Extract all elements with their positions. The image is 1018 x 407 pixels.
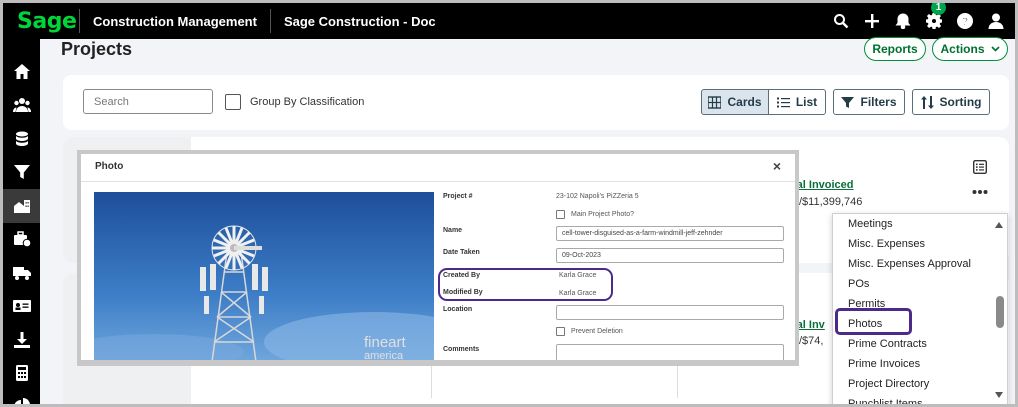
sage-logo[interactable]: Sage bbox=[3, 9, 79, 34]
more-options-icon[interactable] bbox=[972, 189, 988, 195]
project-photo: fineart america bbox=[94, 192, 434, 360]
sidebar bbox=[3, 39, 40, 404]
menu-item-punchlist-items[interactable]: Punchlist Items bbox=[848, 398, 923, 404]
menu-item-meetings[interactable]: Meetings bbox=[848, 218, 893, 230]
cards-view-button[interactable]: Cards bbox=[701, 89, 769, 115]
prevent-deletion-label: Prevent Deletion bbox=[571, 328, 623, 335]
scroll-up-arrow[interactable] bbox=[995, 222, 1003, 228]
menu-item-pos[interactable]: POs bbox=[848, 278, 869, 290]
help-icon[interactable]: ? bbox=[956, 12, 974, 30]
project-value: 23-102 Napoli's PiZZeria 5 bbox=[556, 193, 639, 200]
id-card-icon[interactable] bbox=[3, 290, 40, 324]
total-invoiced-value: /$74, bbox=[799, 335, 824, 347]
coins-icon[interactable] bbox=[3, 122, 40, 156]
group-by-label: Group By Classification bbox=[250, 96, 365, 108]
truck-icon[interactable] bbox=[3, 256, 40, 290]
actions-label: Actions bbox=[940, 42, 985, 56]
modal-divider bbox=[81, 181, 795, 182]
sorting-button[interactable]: Sorting bbox=[912, 89, 990, 115]
funnel-icon[interactable] bbox=[3, 156, 40, 190]
comments-label: Comments bbox=[443, 346, 480, 353]
people-icon[interactable] bbox=[3, 89, 40, 123]
search-icon[interactable] bbox=[832, 12, 850, 30]
sort-arrows-icon bbox=[920, 95, 934, 109]
total-invoiced-value: /$11,399,746 bbox=[799, 196, 863, 208]
search-input[interactable]: Search bbox=[83, 89, 213, 114]
funnel-icon bbox=[841, 96, 855, 108]
notification-badge: 1 bbox=[931, 3, 946, 15]
dropdown-scrollbar[interactable] bbox=[996, 296, 1004, 328]
chevron-down-icon bbox=[990, 46, 1000, 52]
menu-item-project-directory[interactable]: Project Directory bbox=[848, 378, 929, 390]
total-invoiced-link[interactable]: tal Invoiced bbox=[793, 179, 854, 191]
actions-button[interactable]: Actions bbox=[932, 37, 1008, 61]
download-icon[interactable] bbox=[3, 323, 40, 357]
watermark-line2: america bbox=[364, 350, 404, 360]
app-name[interactable]: Construction Management bbox=[80, 14, 270, 29]
modal-title: Photo bbox=[95, 161, 124, 172]
location-label: Location bbox=[443, 306, 473, 313]
gear-icon[interactable]: 1 bbox=[925, 3, 946, 30]
calculator-icon[interactable] bbox=[3, 357, 40, 391]
date-taken-label: Date Taken bbox=[443, 249, 480, 256]
cards-label: Cards bbox=[727, 95, 762, 109]
project-label: Project # bbox=[443, 193, 473, 200]
name-field[interactable]: cell-tower-disguised-as-a-farm-windmill-… bbox=[556, 226, 784, 241]
main-photo-label: Main Project Photo? bbox=[571, 211, 635, 218]
svg-text:?: ? bbox=[962, 16, 969, 28]
close-icon[interactable]: × bbox=[773, 158, 781, 174]
list-view-button[interactable]: List bbox=[768, 89, 826, 115]
menu-item-prime-contracts[interactable]: Prime Contracts bbox=[848, 338, 927, 350]
location-field[interactable] bbox=[556, 305, 784, 320]
filters-button[interactable]: Filters bbox=[833, 89, 905, 115]
watermark-line1: fineart bbox=[364, 334, 407, 351]
menu-item-prime-invoices[interactable]: Prime Invoices bbox=[848, 358, 920, 370]
company-selector[interactable]: Sage Construction - Doc bbox=[271, 14, 449, 29]
filter-bar: Search Group By Classification Cards Lis… bbox=[63, 75, 1009, 130]
bell-icon[interactable] bbox=[894, 12, 912, 30]
reports-button[interactable]: Reports bbox=[864, 37, 926, 61]
photo-modal: Photo × fineart america Project # 23-102… bbox=[81, 154, 795, 360]
plus-icon[interactable] bbox=[863, 12, 881, 30]
projects-building-icon[interactable] bbox=[3, 189, 40, 223]
page-title: Projects bbox=[61, 39, 133, 59]
date-taken-field[interactable]: 09-Oct-2023 bbox=[556, 248, 784, 263]
details-list-icon[interactable] bbox=[973, 160, 987, 174]
toolbox-clock-icon[interactable] bbox=[3, 223, 40, 257]
list-label: List bbox=[795, 95, 818, 109]
home-icon[interactable] bbox=[3, 55, 40, 89]
sorting-label: Sorting bbox=[939, 95, 982, 109]
menu-item-misc-expenses[interactable]: Misc. Expenses bbox=[848, 238, 925, 250]
photos-highlight-annotation bbox=[835, 308, 912, 335]
created-modified-highlight-annotation bbox=[438, 268, 613, 301]
main-photo-checkbox[interactable] bbox=[556, 210, 565, 219]
user-icon[interactable] bbox=[987, 12, 1005, 30]
grid-icon bbox=[708, 95, 722, 109]
filters-label: Filters bbox=[860, 95, 897, 109]
top-bar: Sage Construction Management Sage Constr… bbox=[3, 3, 1015, 39]
pie-chart-icon[interactable] bbox=[3, 390, 40, 404]
scroll-down-arrow[interactable] bbox=[995, 392, 1003, 398]
menu-item-misc-expenses-approval[interactable]: Misc. Expenses Approval bbox=[848, 258, 971, 270]
app-window: Sage Construction Management Sage Constr… bbox=[0, 0, 1018, 407]
list-icon bbox=[776, 97, 790, 107]
name-label: Name bbox=[443, 227, 463, 234]
comments-field[interactable] bbox=[556, 344, 784, 360]
prevent-deletion-checkbox[interactable] bbox=[556, 327, 565, 336]
group-by-checkbox[interactable] bbox=[225, 94, 241, 110]
